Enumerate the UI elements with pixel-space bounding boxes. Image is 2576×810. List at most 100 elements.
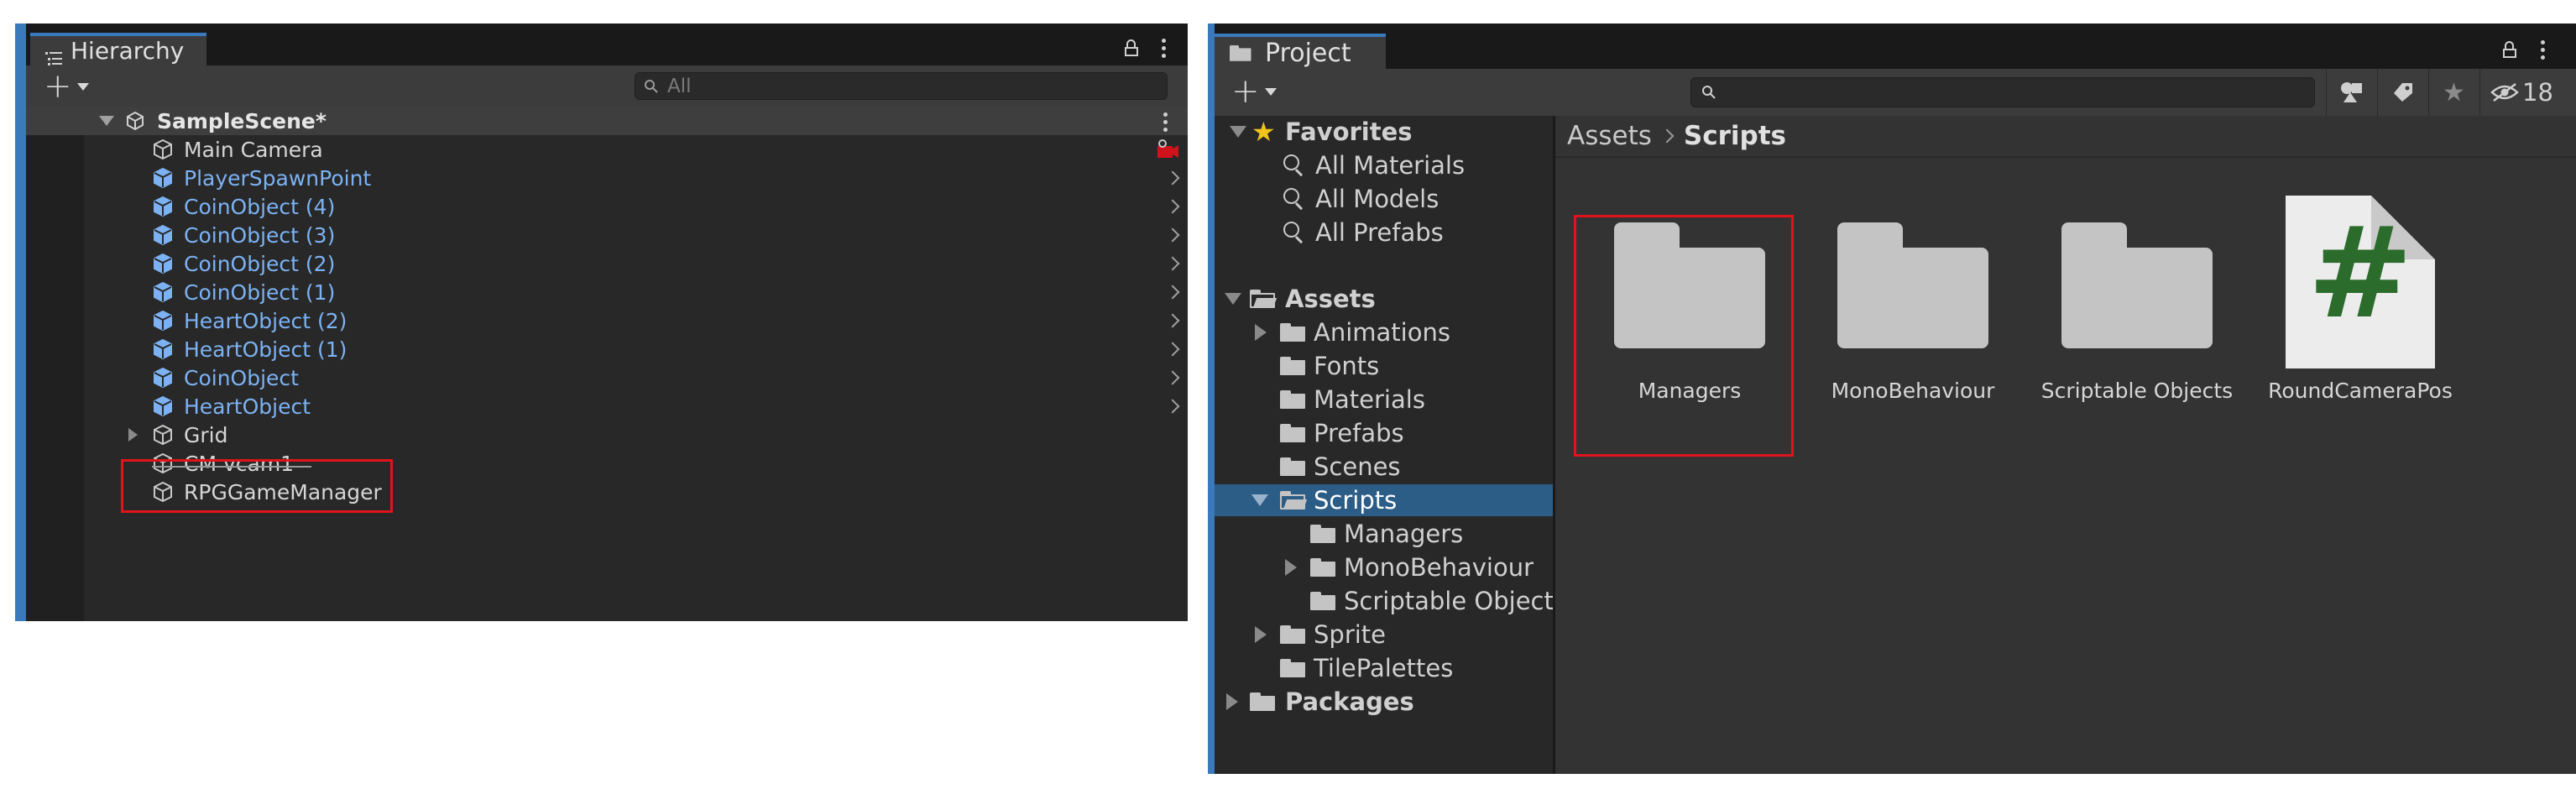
open-prefab-chevron-icon[interactable] bbox=[1165, 199, 1180, 214]
tree-fav-all-models[interactable]: All Models bbox=[1215, 183, 1553, 215]
tag-icon bbox=[2393, 83, 2412, 102]
tree-assets[interactable]: Assets bbox=[1215, 283, 1553, 315]
open-prefab-chevron-icon[interactable] bbox=[1165, 227, 1180, 243]
hierarchy-item-label: HeartObject bbox=[184, 394, 311, 419]
hierarchy-item-label: CoinObject bbox=[184, 365, 299, 390]
hierarchy-item[interactable]: HeartObject bbox=[26, 392, 1188, 421]
hierarchy-item[interactable]: Main Camera bbox=[26, 135, 1188, 164]
folder-icon bbox=[1310, 558, 1335, 577]
create-dropdown-button[interactable]: + bbox=[44, 70, 89, 103]
open-prefab-chevron-icon[interactable] bbox=[1165, 370, 1180, 385]
grid-item-scriptable-objects[interactable]: Scriptable Objects bbox=[2036, 196, 2238, 422]
hierarchy-item-label: Main Camera bbox=[184, 137, 323, 162]
project-panel: Project + ★ 18 ★ Favorites All Materials… bbox=[1208, 24, 2576, 774]
more-options-icon[interactable] bbox=[2541, 40, 2546, 63]
tree-folder-scriptable-objects[interactable]: Scriptable Object bbox=[1215, 585, 1554, 617]
hierarchy-item[interactable]: CoinObject (4) bbox=[26, 192, 1188, 221]
camera-gizmo-icon[interactable] bbox=[1156, 139, 1179, 159]
tab-project[interactable]: Project bbox=[1215, 34, 1386, 69]
tree-fav-all-materials[interactable]: All Materials bbox=[1215, 149, 1553, 181]
hierarchy-item[interactable]: CoinObject (1) bbox=[26, 278, 1188, 306]
tree-item-label: Materials bbox=[1314, 385, 1425, 414]
tree-folder-materials[interactable]: Materials bbox=[1215, 384, 1553, 415]
tree-item-label: Fonts bbox=[1314, 352, 1380, 380]
hierarchy-item-label: HeartObject (2) bbox=[184, 308, 347, 333]
open-prefab-chevron-icon[interactable] bbox=[1165, 313, 1180, 328]
folder-icon bbox=[1250, 692, 1275, 711]
scene-row[interactable]: SampleScene* bbox=[26, 107, 1188, 135]
tree-item-label: Sprite bbox=[1314, 620, 1387, 649]
tree-folder-managers[interactable]: Managers bbox=[1215, 518, 1553, 550]
assets-label: Assets bbox=[1285, 285, 1376, 313]
open-prefab-chevron-icon[interactable] bbox=[1165, 256, 1180, 271]
collapsed-arrow-icon[interactable] bbox=[1285, 559, 1297, 576]
prefab-icon bbox=[152, 281, 174, 303]
prefab-icon bbox=[152, 196, 174, 217]
eye-hidden-icon bbox=[2490, 83, 2519, 102]
tree-favorites[interactable]: ★ Favorites bbox=[1215, 116, 1553, 148]
plus-icon: + bbox=[44, 67, 72, 106]
hidden-packages-toggle[interactable]: 18 bbox=[2479, 69, 2576, 116]
open-prefab-chevron-icon[interactable] bbox=[1165, 170, 1180, 186]
create-dropdown-button[interactable]: + bbox=[1231, 75, 1277, 108]
search-by-type-button[interactable] bbox=[2326, 69, 2376, 116]
gameobject-icon bbox=[152, 138, 174, 160]
scene-options-icon[interactable] bbox=[1163, 112, 1168, 135]
tree-folder-tilepalettes[interactable]: TilePalettes bbox=[1215, 652, 1553, 684]
tree-folder-animations[interactable]: Animations bbox=[1215, 316, 1553, 348]
expand-arrow-icon[interactable] bbox=[1251, 494, 1268, 506]
prefab-icon bbox=[152, 167, 174, 189]
grid-item-label: RoundCameraPos bbox=[2268, 379, 2453, 403]
lock-icon[interactable] bbox=[2503, 41, 2516, 58]
expand-arrow-icon[interactable] bbox=[1230, 126, 1246, 138]
collapsed-arrow-icon[interactable] bbox=[1255, 324, 1267, 341]
tree-folder-monobehaviour[interactable]: MonoBehaviour bbox=[1215, 551, 1553, 583]
search-by-label-button[interactable] bbox=[2377, 69, 2427, 116]
unity-scene-icon bbox=[125, 111, 145, 131]
tree-folder-scripts[interactable]: Scripts bbox=[1215, 484, 1553, 516]
favorites-label: Favorites bbox=[1285, 118, 1413, 146]
hierarchy-item-label: CoinObject (1) bbox=[184, 280, 336, 305]
open-prefab-chevron-icon[interactable] bbox=[1165, 399, 1180, 414]
plus-icon: + bbox=[1231, 72, 1260, 111]
hierarchy-item[interactable]: HeartObject (2) bbox=[26, 306, 1188, 335]
open-prefab-chevron-icon[interactable] bbox=[1165, 285, 1180, 300]
tree-folder-scenes[interactable]: Scenes bbox=[1215, 451, 1553, 483]
more-options-icon[interactable] bbox=[1162, 39, 1167, 61]
hierarchy-item[interactable]: CoinObject (3) bbox=[26, 221, 1188, 249]
breadcrumb-assets[interactable]: Assets bbox=[1567, 121, 1652, 151]
hierarchy-item[interactable]: PlayerSpawnPoint bbox=[26, 164, 1188, 192]
favorites-button[interactable]: ★ bbox=[2428, 69, 2479, 116]
collapsed-arrow-icon[interactable] bbox=[128, 428, 138, 442]
hierarchy-item-label: CoinObject (3) bbox=[184, 222, 336, 248]
hierarchy-search-input[interactable]: All bbox=[635, 72, 1168, 100]
folder-icon bbox=[1280, 323, 1305, 342]
collapsed-arrow-icon[interactable] bbox=[1255, 626, 1267, 643]
grid-item-roundcamerapos[interactable]: # RoundCameraPos bbox=[2260, 196, 2461, 422]
grid-item-monobehaviour[interactable]: MonoBehaviour bbox=[1812, 196, 2014, 422]
hierarchy-item[interactable]: Grid bbox=[26, 421, 1188, 449]
breadcrumb: Assets Scripts bbox=[1555, 116, 2576, 158]
expand-arrow-icon[interactable] bbox=[1225, 293, 1241, 305]
breadcrumb-scripts[interactable]: Scripts bbox=[1684, 121, 1786, 151]
folder-open-icon bbox=[1280, 491, 1308, 510]
folder-icon bbox=[1280, 659, 1305, 677]
hierarchy-item[interactable]: CoinObject (2) bbox=[26, 249, 1188, 278]
folder-icon bbox=[1230, 45, 1251, 61]
tree-fav-all-prefabs[interactable]: All Prefabs bbox=[1215, 217, 1553, 248]
project-search-input[interactable] bbox=[1690, 77, 2315, 107]
tree-packages[interactable]: Packages bbox=[1215, 686, 1553, 718]
tab-hierarchy[interactable]: Hierarchy bbox=[30, 33, 206, 65]
collapsed-arrow-icon[interactable] bbox=[1226, 693, 1238, 710]
hierarchy-item[interactable]: CoinObject bbox=[26, 363, 1188, 392]
dropdown-arrow-icon bbox=[76, 82, 89, 91]
lock-icon[interactable] bbox=[1125, 39, 1138, 56]
hierarchy-item[interactable]: HeartObject (1) bbox=[26, 335, 1188, 363]
expand-arrow-icon[interactable] bbox=[99, 116, 114, 126]
open-prefab-chevron-icon[interactable] bbox=[1165, 342, 1180, 357]
highlight-box bbox=[121, 459, 393, 513]
tree-folder-sprite[interactable]: Sprite bbox=[1215, 619, 1553, 651]
hierarchy-tab-bar: Hierarchy bbox=[15, 24, 1188, 65]
tree-folder-fonts[interactable]: Fonts bbox=[1215, 350, 1553, 382]
tree-folder-prefabs[interactable]: Prefabs bbox=[1215, 417, 1553, 449]
